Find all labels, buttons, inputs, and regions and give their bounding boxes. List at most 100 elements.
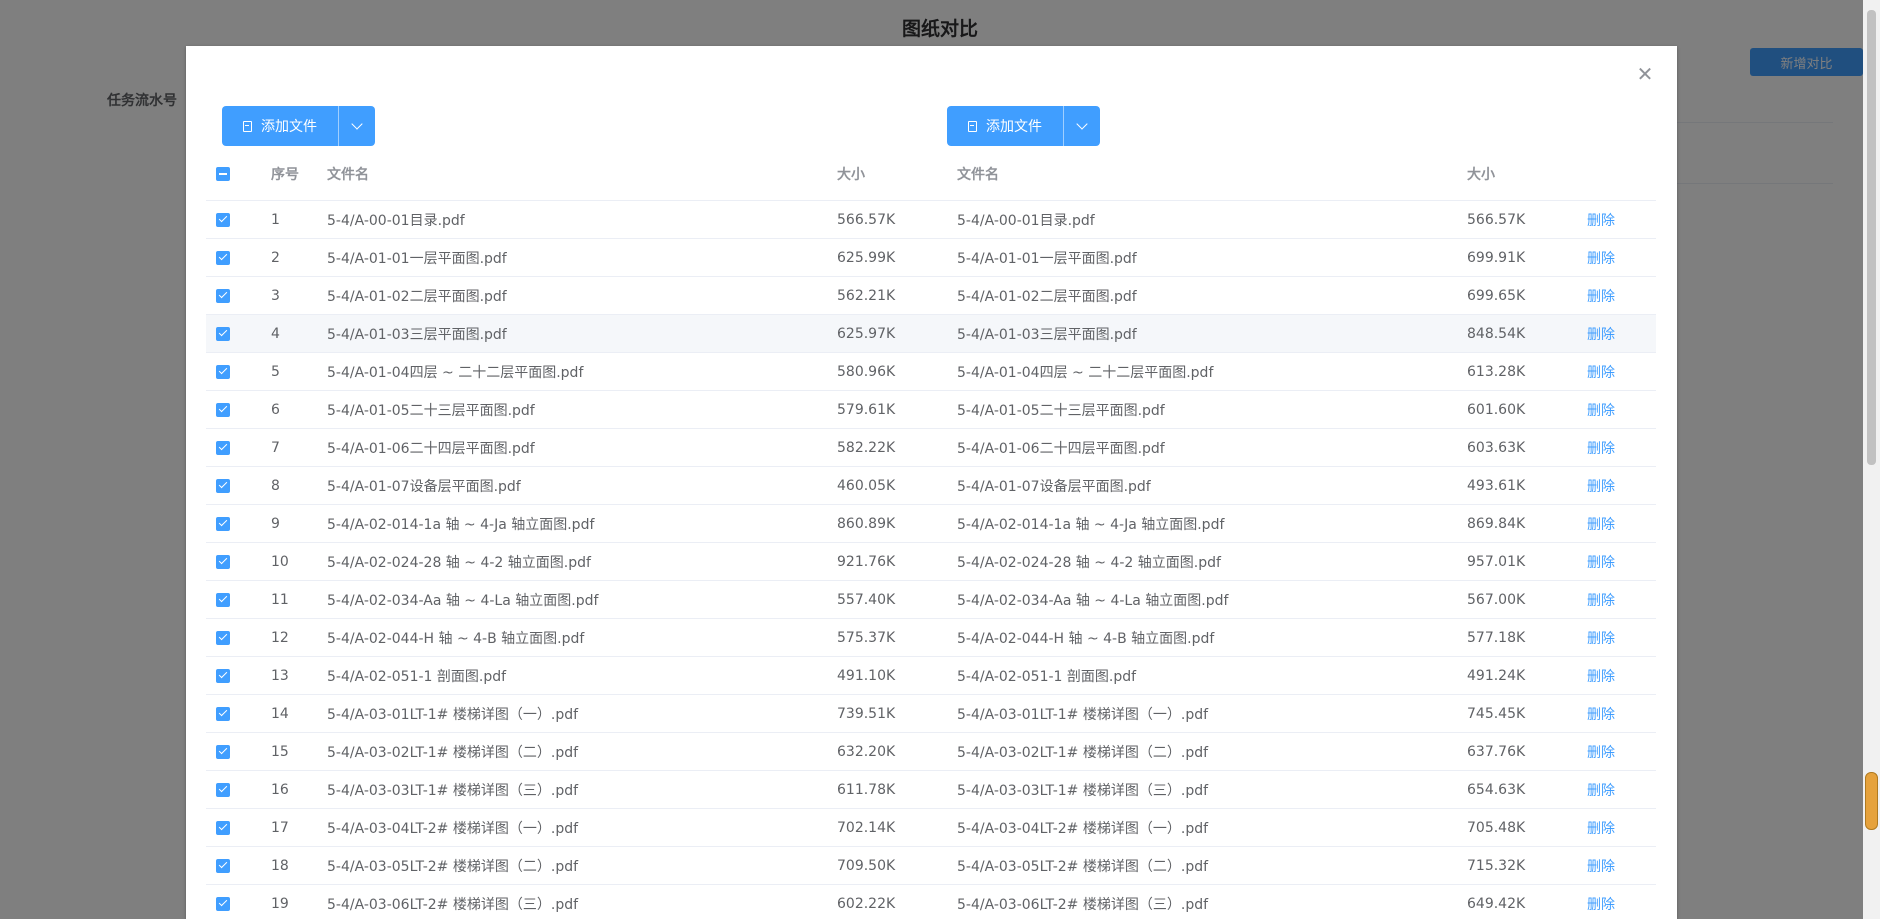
scrollbar-thumb[interactable] — [1867, 10, 1876, 465]
delete-link[interactable]: 删除 — [1587, 552, 1615, 572]
delete-link[interactable]: 删除 — [1587, 438, 1615, 458]
left-file-name: 5-4/A-03-03LT-1# 楼梯详图（三）.pdf — [327, 782, 579, 799]
left-file-size: 921.76K — [837, 553, 896, 570]
row-checkbox[interactable] — [216, 478, 230, 493]
right-file-name: 5-4/A-01-07设备层平面图.pdf — [957, 478, 1151, 495]
close-icon[interactable]: ✕ — [1635, 64, 1655, 84]
left-file-size: 575.37K — [837, 629, 896, 646]
delete-link[interactable]: 删除 — [1587, 324, 1615, 344]
row-checkbox[interactable] — [216, 668, 230, 683]
delete-link[interactable]: 删除 — [1587, 628, 1615, 648]
right-file-size: 699.91K — [1467, 249, 1526, 266]
left-file-size: 580.96K — [837, 363, 896, 380]
row-checkbox[interactable] — [216, 896, 230, 911]
delete-link[interactable]: 删除 — [1587, 780, 1615, 800]
delete-link[interactable]: 删除 — [1587, 514, 1615, 534]
table-row: 17 5-4/A-03-04LT-2# 楼梯详图（一）.pdf 702.14K 5-4… — [206, 809, 1656, 847]
select-all-checkbox[interactable] — [216, 167, 230, 181]
header-name-left: 文件名 — [327, 167, 369, 183]
table-row: 10 5-4/A-02-024-28 轴 ~ 4-2 轴立面图.pdf 921.76… — [206, 543, 1656, 581]
row-index: 6 — [271, 401, 280, 418]
right-file-size: 705.48K — [1467, 819, 1526, 836]
right-file-size: 715.32K — [1467, 857, 1526, 874]
table-row: 9 5-4/A-02-014-1a 轴 ~ 4-Ja 轴立面图.pdf 860.89… — [206, 505, 1656, 543]
right-file-size: 848.54K — [1467, 325, 1526, 342]
table-row: 18 5-4/A-03-05LT-2# 楼梯详图（二）.pdf 709.50K 5-4… — [206, 847, 1656, 885]
left-file-size: 611.78K — [837, 781, 896, 798]
right-file-name: 5-4/A-02-034-Aa 轴 ~ 4-La 轴立面图.pdf — [957, 592, 1229, 609]
delete-link[interactable]: 删除 — [1587, 476, 1615, 496]
left-file-name: 5-4/A-02-051-1 剖面图.pdf — [327, 668, 507, 685]
left-add-file-dropdown[interactable] — [339, 106, 375, 146]
left-file-size: 709.50K — [837, 857, 896, 874]
right-file-name: 5-4/A-03-05LT-2# 楼梯详图（二）.pdf — [957, 858, 1209, 875]
row-checkbox[interactable] — [216, 516, 230, 531]
right-file-name: 5-4/A-01-06二十四层平面图.pdf — [957, 440, 1165, 457]
left-file-size: 625.99K — [837, 249, 896, 266]
delete-link[interactable]: 删除 — [1587, 400, 1615, 420]
header-name-right: 文件名 — [957, 167, 999, 183]
table-row: 6 5-4/A-01-05二十三层平面图.pdf 579.61K 5-4/A-01-0… — [206, 391, 1656, 429]
row-checkbox[interactable] — [216, 820, 230, 835]
left-file-size: 460.05K — [837, 477, 896, 494]
row-index: 19 — [271, 895, 289, 912]
row-checkbox[interactable] — [216, 554, 230, 569]
header-index: 序号 — [271, 167, 299, 183]
compare-dialog: ✕ 添加文件 添加文件 序号 文件名 大小 文件名 大小 1 5-4/A-00-0… — [186, 46, 1677, 919]
delete-link[interactable]: 删除 — [1587, 590, 1615, 610]
row-checkbox[interactable] — [216, 706, 230, 721]
delete-link[interactable]: 删除 — [1587, 286, 1615, 306]
delete-link[interactable]: 删除 — [1587, 248, 1615, 268]
row-index: 11 — [271, 591, 289, 608]
row-checkbox[interactable] — [216, 630, 230, 645]
delete-link[interactable]: 删除 — [1587, 210, 1615, 230]
table-row: 4 5-4/A-01-03三层平面图.pdf 625.97K 5-4/A-01-03三… — [206, 315, 1656, 353]
right-file-size: 745.45K — [1467, 705, 1526, 722]
row-checkbox[interactable] — [216, 858, 230, 873]
page-scrollbar[interactable] — [1863, 0, 1880, 919]
scroll-indicator — [1865, 772, 1878, 830]
delete-link[interactable]: 删除 — [1587, 362, 1615, 382]
right-file-name: 5-4/A-02-014-1a 轴 ~ 4-Ja 轴立面图.pdf — [957, 516, 1225, 533]
left-file-size: 579.61K — [837, 401, 896, 418]
row-index: 15 — [271, 743, 289, 760]
delete-link[interactable]: 删除 — [1587, 818, 1615, 838]
right-add-file-dropdown[interactable] — [1064, 106, 1100, 146]
left-add-file-button[interactable]: 添加文件 — [222, 106, 339, 146]
left-file-name: 5-4/A-01-07设备层平面图.pdf — [327, 478, 521, 495]
row-checkbox[interactable] — [216, 744, 230, 759]
file-compare-table: 序号 文件名 大小 文件名 大小 1 5-4/A-00-01目录.pdf 566.5… — [206, 148, 1656, 919]
file-add-icon — [968, 120, 977, 132]
left-file-name: 5-4/A-01-05二十三层平面图.pdf — [327, 402, 535, 419]
table-row: 13 5-4/A-02-051-1 剖面图.pdf 491.10K 5-4/A-02-… — [206, 657, 1656, 695]
row-index: 4 — [271, 325, 280, 342]
row-checkbox[interactable] — [216, 782, 230, 797]
row-checkbox[interactable] — [216, 440, 230, 455]
left-file-size: 702.14K — [837, 819, 896, 836]
table-row: 1 5-4/A-00-01目录.pdf 566.57K 5-4/A-00-01目录.p… — [206, 201, 1656, 239]
right-file-size: 637.76K — [1467, 743, 1526, 760]
table-row: 3 5-4/A-01-02二层平面图.pdf 562.21K 5-4/A-01-02二… — [206, 277, 1656, 315]
row-checkbox[interactable] — [216, 326, 230, 341]
row-checkbox[interactable] — [216, 212, 230, 227]
right-add-file-button[interactable]: 添加文件 — [947, 106, 1064, 146]
row-checkbox[interactable] — [216, 364, 230, 379]
right-file-size: 699.65K — [1467, 287, 1526, 304]
left-file-name: 5-4/A-02-044-H 轴 ~ 4-B 轴立面图.pdf — [327, 630, 585, 647]
delete-link[interactable]: 删除 — [1587, 894, 1615, 914]
header-size-left: 大小 — [837, 167, 865, 183]
row-checkbox[interactable] — [216, 592, 230, 607]
row-checkbox[interactable] — [216, 288, 230, 303]
delete-link[interactable]: 删除 — [1587, 856, 1615, 876]
row-index: 18 — [271, 857, 289, 874]
right-file-name: 5-4/A-03-02LT-1# 楼梯详图（二）.pdf — [957, 744, 1209, 761]
row-index: 3 — [271, 287, 280, 304]
left-file-name: 5-4/A-03-02LT-1# 楼梯详图（二）.pdf — [327, 744, 579, 761]
row-checkbox[interactable] — [216, 250, 230, 265]
row-checkbox[interactable] — [216, 402, 230, 417]
right-file-name: 5-4/A-01-03三层平面图.pdf — [957, 326, 1137, 343]
delete-link[interactable]: 删除 — [1587, 742, 1615, 762]
left-file-size: 860.89K — [837, 515, 896, 532]
delete-link[interactable]: 删除 — [1587, 704, 1615, 724]
delete-link[interactable]: 删除 — [1587, 666, 1615, 686]
